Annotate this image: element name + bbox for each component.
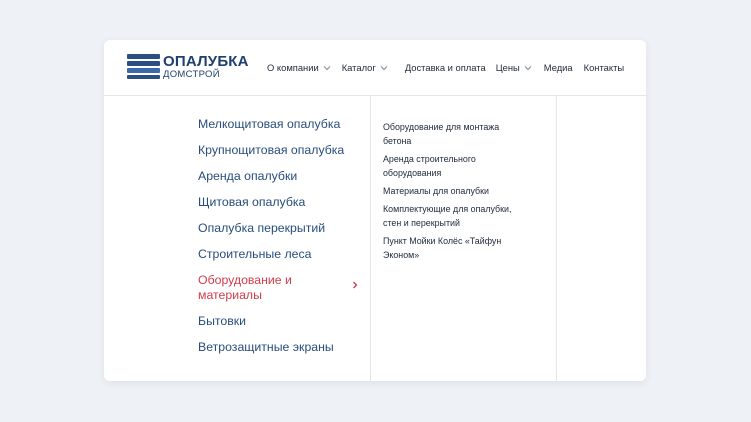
menu-item[interactable]: Крупнощитовая опалубка — [198, 143, 368, 158]
menu-item[interactable]: Бытовки — [198, 314, 368, 329]
chevron-down-icon — [380, 65, 388, 70]
submenu-item[interactable]: Комплектующие для опалубки, стен и перек… — [383, 202, 528, 230]
nav-item-label: Медиа — [543, 62, 573, 73]
menu-item[interactable]: Опалубка перекрытий — [198, 221, 368, 236]
logo-icon — [127, 54, 160, 80]
menu-item[interactable]: Ветрозащитные экраны — [198, 340, 368, 355]
nav-item-label: Цены — [495, 62, 520, 73]
submenu-item[interactable]: Материалы для опалубки — [383, 184, 533, 198]
column-divider — [556, 96, 557, 381]
submenu-item[interactable]: Пункт Мойки Колёс «Тайфун Эконом» — [383, 234, 513, 262]
mega-menu-card: ОПАЛУБКА ДОМСТРОЙ О компании Каталог Дос… — [104, 40, 646, 381]
chevron-right-icon — [353, 281, 358, 289]
nav-item-prices[interactable]: Цены — [496, 62, 533, 73]
nav-item-label: Доставка и оплата — [404, 62, 486, 73]
menu-primary-list: Мелкощитовая опалубка Крупнощитовая опал… — [198, 117, 368, 366]
column-divider — [370, 96, 371, 381]
menu-item[interactable]: Щитовая опалубка — [198, 195, 368, 210]
menu-item[interactable]: Мелкощитовая опалубка — [198, 117, 368, 132]
chevron-down-icon — [323, 65, 331, 70]
logo-title: ОПАЛУБКА — [163, 53, 249, 70]
main-nav: О компании Каталог Доставка и оплата Цен… — [267, 62, 624, 73]
submenu-item[interactable]: Оборудование для монтажа бетона — [383, 120, 508, 148]
nav-item-label: Контакты — [583, 62, 625, 73]
menu-secondary-list: Оборудование для монтажа бетона Аренда с… — [383, 120, 533, 266]
site-logo[interactable]: ОПАЛУБКА ДОМСТРОЙ — [127, 54, 249, 80]
submenu-item[interactable]: Аренда строительного оборудования — [383, 152, 493, 180]
nav-item-contacts[interactable]: Контакты — [584, 62, 625, 73]
nav-item-label: Каталог — [341, 62, 376, 73]
nav-item-label: О компании — [267, 62, 319, 73]
nav-item-catalog[interactable]: Каталог — [342, 62, 389, 73]
menu-item[interactable]: Аренда опалубки — [198, 169, 368, 184]
nav-item-media[interactable]: Медиа — [544, 62, 573, 73]
nav-item-delivery[interactable]: Доставка и оплата — [405, 62, 486, 73]
menu-item-active[interactable]: Оборудование и материалы — [198, 273, 358, 303]
menu-item-label: Оборудование и материалы — [198, 273, 292, 302]
nav-item-about[interactable]: О компании — [267, 62, 332, 73]
menu-item[interactable]: Строительные леса — [198, 247, 368, 262]
site-header: ОПАЛУБКА ДОМСТРОЙ О компании Каталог Дос… — [104, 40, 646, 96]
chevron-down-icon — [524, 65, 532, 70]
logo-subtitle: ДОМСТРОЙ — [163, 69, 220, 80]
